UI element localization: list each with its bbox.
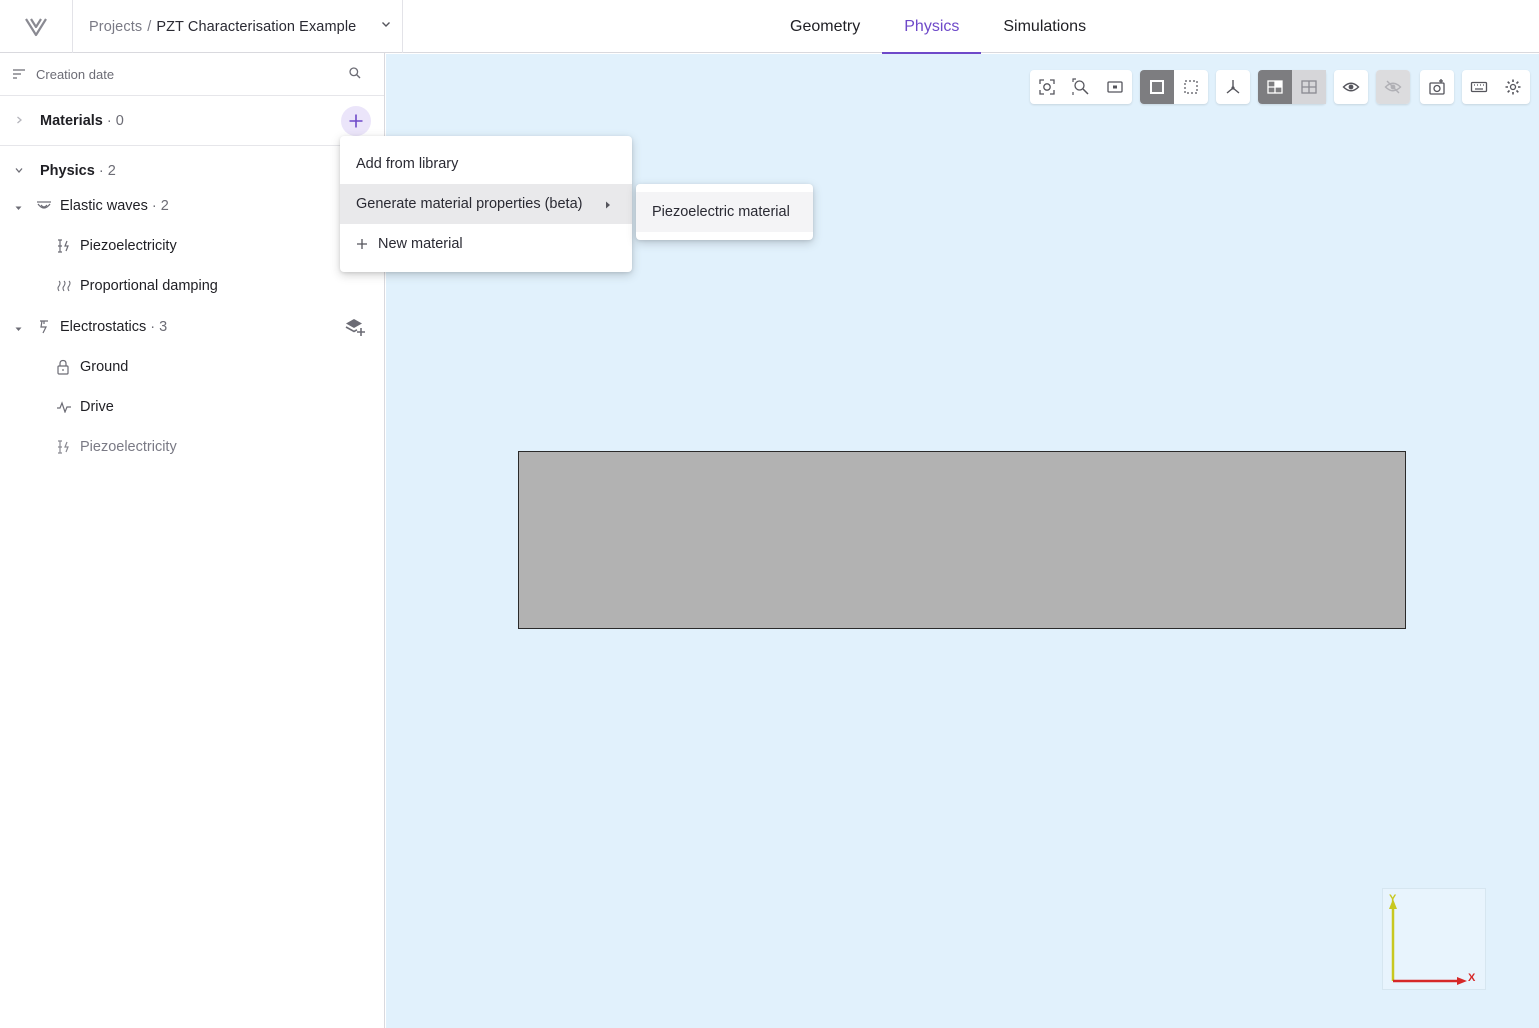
app-logo[interactable] [0,0,73,53]
axis-orientation-icon[interactable] [1216,70,1250,104]
tree-item-piezoelectricity-electrostatics[interactable]: Piezoelectricity [0,427,384,467]
tree-item-piezoelectricity[interactable]: Piezoelectricity [0,226,384,266]
piezoelectricity-icon [56,238,72,254]
menu-item-label: Generate material properties (beta) [356,196,583,212]
materials-label: Materials [40,112,103,129]
menu-item-label: Piezoelectric material [652,204,790,220]
logo-icon [25,17,47,36]
sort-icon[interactable] [12,68,26,80]
menu-item-piezoelectric-material[interactable]: Piezoelectric material [636,192,813,232]
piezoelectricity-icon [56,439,72,455]
sidebar: Creation date Materials · 0 Physics · 2 [0,53,385,1028]
tree-item-proportional-damping[interactable]: Proportional damping [0,266,384,306]
chevron-down-icon[interactable] [14,162,24,180]
tree-item-electrostatics[interactable]: Electrostatics · 3 [0,307,384,347]
geometry-shape[interactable] [518,451,1406,629]
top-bar: Projects / PZT Characterisation Example … [0,0,1539,54]
search-icon[interactable] [348,66,362,83]
plus-icon [356,238,368,250]
wireframe-view-icon[interactable] [1174,70,1208,104]
elastic-waves-label: Elastic waves [60,198,148,214]
tab-simulations[interactable]: Simulations [981,0,1108,53]
electrostatics-label: Electrostatics [60,319,147,335]
zoom-box-icon[interactable] [1098,70,1132,104]
sort-label: Creation date [36,66,115,82]
breadcrumb[interactable]: Projects / PZT Characterisation Example [73,0,403,53]
physics-separator: · [98,163,104,179]
screenshot-toolbar [1420,70,1454,104]
menu-item-new-material[interactable]: New material [340,224,632,264]
materials-count: 0 [115,112,124,129]
caret-down-icon[interactable] [14,322,23,338]
screenshot-icon[interactable] [1420,70,1454,104]
menu-item-add-from-library[interactable]: Add from library [340,144,632,184]
elastic-waves-count: 2 [160,198,169,214]
caret-down-icon[interactable] [14,201,23,217]
y-axis-label: Y [1389,893,1397,905]
x-axis-label: X [1468,972,1476,984]
piezoelectricity-label: Piezoelectricity [80,439,177,455]
section-toolbar [1258,70,1326,104]
materials-section[interactable]: Materials · 0 [0,96,384,146]
axes-triad: Y X [1382,888,1486,990]
materials-separator: · [106,112,112,129]
render-mode-toolbar [1140,70,1208,104]
menu-item-generate-material-properties[interactable]: Generate material properties (beta) [340,184,632,224]
breadcrumb-project-name: PZT Characterisation Example [156,18,357,35]
lock-icon [56,359,70,375]
settings-toolbar [1462,70,1530,104]
keyboard-icon[interactable] [1462,70,1496,104]
sort-bar[interactable]: Creation date [0,53,384,96]
elastic-waves-separator: · [151,198,157,214]
electrostatics-separator: · [150,319,156,335]
tab-physics[interactable]: Physics [882,0,982,54]
settings-icon[interactable] [1496,70,1530,104]
proportional-damping-label: Proportional damping [80,278,218,294]
breadcrumb-projects[interactable]: Projects [89,19,142,35]
zoom-toolbar [1030,70,1132,104]
electrostatics-icon [38,320,50,334]
breadcrumb-separator: / [147,18,152,35]
ground-label: Ground [80,359,129,375]
elastic-waves-icon [36,200,52,212]
show-icon[interactable] [1334,70,1368,104]
chevron-down-icon[interactable] [380,18,392,34]
menu-item-label: Add from library [356,156,459,172]
signal-icon [56,401,72,413]
electrostatics-count: 3 [159,319,168,335]
plus-icon [349,114,363,128]
physics-title: Physics · 2 [40,163,116,179]
section-view-icon[interactable] [1258,70,1292,104]
drive-label: Drive [80,399,114,415]
visibility-show-toolbar [1334,70,1368,104]
generate-material-submenu: Piezoelectric material [636,184,813,240]
zoom-region-icon[interactable] [1064,70,1098,104]
main-tabs: Geometry Physics Simulations [768,0,1108,54]
chevron-right-icon[interactable] [14,112,24,130]
grid-view-icon[interactable] [1292,70,1326,104]
tree-label: Elastic waves · 2 [60,198,169,214]
add-material-button[interactable] [341,106,371,136]
solid-view-icon[interactable] [1140,70,1174,104]
hide-icon[interactable] [1376,70,1410,104]
tab-geometry[interactable]: Geometry [768,0,882,53]
add-material-menu: Add from library Generate material prope… [340,136,632,272]
physics-count: 2 [107,163,116,179]
damping-icon [56,279,72,293]
visibility-hide-toolbar [1376,70,1410,104]
piezoelectricity-label: Piezoelectricity [80,238,177,254]
tree-item-drive[interactable]: Drive [0,387,384,427]
tree-item-ground[interactable]: Ground [0,347,384,387]
tree-label: Electrostatics · 3 [60,319,167,335]
materials-title: Materials · 0 [40,113,124,129]
physics-label: Physics [40,163,95,179]
caret-right-icon [604,198,612,214]
menu-item-label: New material [378,236,463,252]
zoom-fit-icon[interactable] [1030,70,1064,104]
orientation-toolbar [1216,70,1250,104]
add-layer-icon[interactable] [344,317,366,341]
tree-item-elastic-waves[interactable]: Elastic waves · 2 [0,186,384,226]
